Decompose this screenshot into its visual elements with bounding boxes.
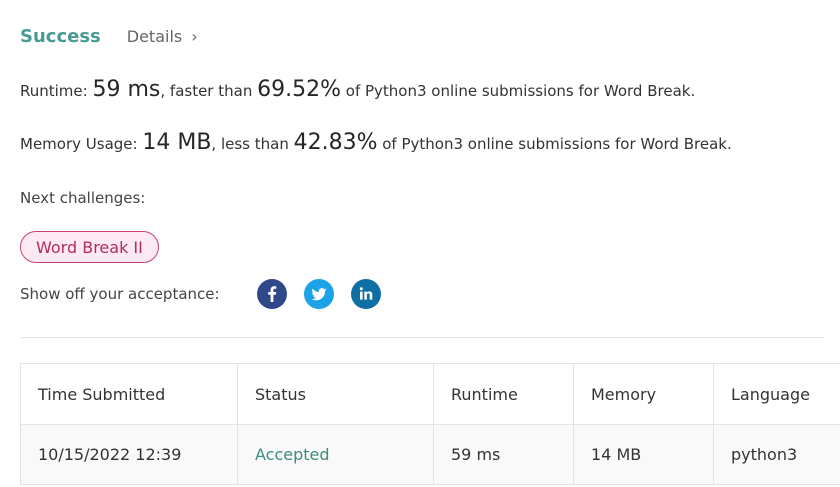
share-label: Show off your acceptance: <box>20 285 220 303</box>
cell-status-accepted-link[interactable]: Accepted <box>237 424 434 485</box>
submissions-table: Time Submitted Status Runtime Memory Lan… <box>20 363 840 485</box>
column-header-language[interactable]: Language <box>713 363 840 425</box>
success-status: Success <box>20 26 101 47</box>
memory-percent: 42.83% <box>293 130 378 155</box>
twitter-icon[interactable] <box>304 279 334 309</box>
runtime-percent: 69.52% <box>257 77 341 102</box>
memory-suffix: of Python3 online submissions for Word B… <box>377 135 732 153</box>
submission-result-page: Success Details › Runtime: 59 ms, faster… <box>0 0 840 487</box>
table-header-row: Time Submitted Status Runtime Memory Lan… <box>20 363 840 425</box>
cell-language: python3 <box>713 424 840 485</box>
details-label: Details <box>126 27 183 46</box>
section-divider <box>20 337 824 338</box>
memory-prefix: Memory Usage: <box>20 135 143 153</box>
column-header-status[interactable]: Status <box>237 363 434 425</box>
details-link[interactable]: Details › <box>127 27 198 46</box>
cell-memory: 14 MB <box>573 424 714 485</box>
memory-stat: Memory Usage: 14 MB, less than 42.83% of… <box>20 130 732 155</box>
memory-middle: , less than <box>211 135 294 153</box>
chevron-right-icon: › <box>191 27 198 46</box>
column-header-runtime[interactable]: Runtime <box>433 363 574 425</box>
runtime-prefix: Runtime: <box>20 82 93 100</box>
result-header: Success Details › <box>20 26 198 47</box>
challenge-pill-word-break-ii[interactable]: Word Break II <box>20 231 159 263</box>
table-row: 10/15/2022 12:39 Accepted 59 ms 14 MB py… <box>20 424 840 485</box>
runtime-middle: , faster than <box>160 82 258 100</box>
column-header-time-submitted[interactable]: Time Submitted <box>20 363 238 425</box>
facebook-icon[interactable] <box>257 279 287 309</box>
runtime-value: 59 ms <box>92 77 161 102</box>
next-challenges-label: Next challenges: <box>20 189 146 207</box>
linkedin-icon[interactable] <box>351 279 381 309</box>
column-header-memory[interactable]: Memory <box>573 363 714 425</box>
share-row: Show off your acceptance: <box>20 279 398 309</box>
memory-value: 14 MB <box>142 130 212 155</box>
runtime-stat: Runtime: 59 ms, faster than 69.52% of Py… <box>20 77 695 102</box>
cell-runtime: 59 ms <box>433 424 574 485</box>
runtime-suffix: of Python3 online submissions for Word B… <box>341 82 696 100</box>
cell-time-submitted: 10/15/2022 12:39 <box>20 424 238 485</box>
